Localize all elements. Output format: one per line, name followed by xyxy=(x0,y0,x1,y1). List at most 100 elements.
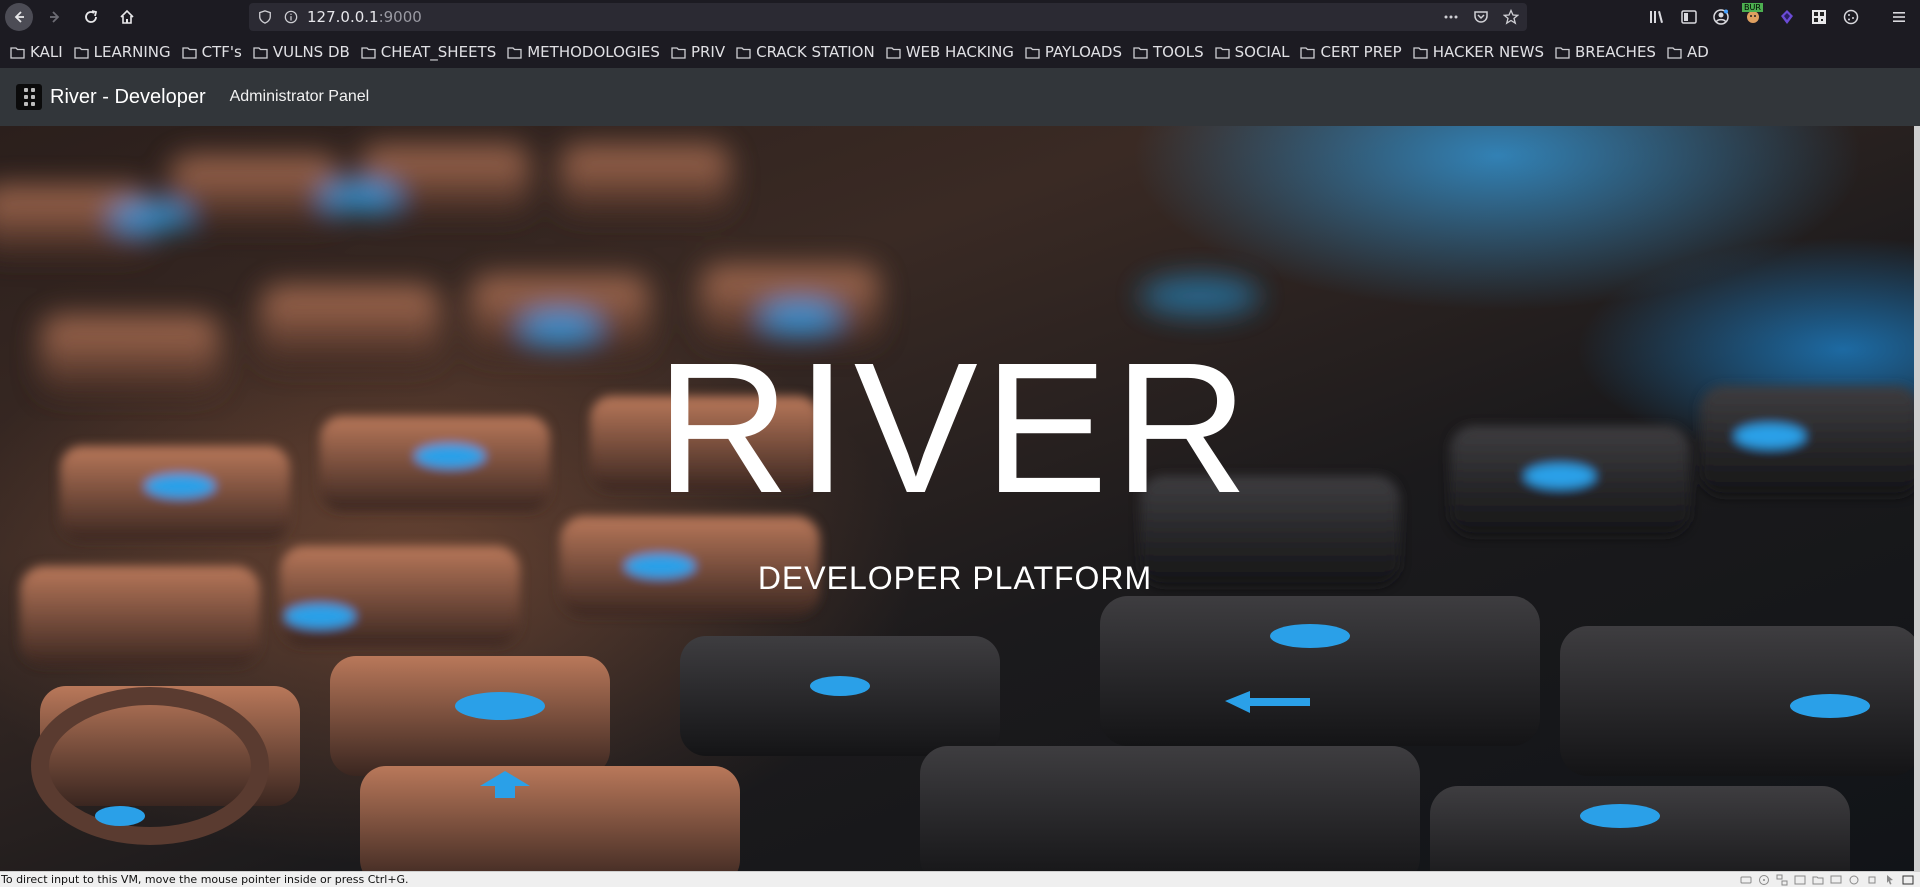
cookie-icon[interactable] xyxy=(1842,8,1860,26)
bookmark-label: CHEAT_SHEETS xyxy=(380,43,497,61)
burp-extension-icon[interactable]: BUR xyxy=(1742,3,1764,27)
page-scrollbar[interactable] xyxy=(1914,126,1920,871)
home-button[interactable] xyxy=(113,3,141,31)
ellipsis-icon[interactable] xyxy=(1443,9,1459,25)
site-navbar: River - Developer Administrator Panel xyxy=(0,68,1920,126)
shield-icon[interactable] xyxy=(257,9,273,25)
bookmark-folder-cert-prep[interactable]: CERT PREP xyxy=(1300,43,1402,61)
bookmark-folder-tools[interactable]: TOOLS xyxy=(1133,43,1204,61)
bookmark-folder-learning[interactable]: LEARNING xyxy=(73,43,171,61)
url-host: 127.0.0.1 xyxy=(307,8,379,26)
extensions-area: BUR xyxy=(1648,0,1920,34)
account-icon[interactable] xyxy=(1712,8,1730,26)
arrow-right-icon xyxy=(50,11,60,23)
shared-folder-icon[interactable] xyxy=(1812,874,1824,886)
bookmark-folder-ad[interactable]: AD xyxy=(1667,43,1709,61)
network-icon[interactable] xyxy=(1776,874,1788,886)
bookmark-label: LEARNING xyxy=(93,43,171,61)
bookmark-folder-kali[interactable]: KALI xyxy=(10,43,63,61)
back-button[interactable] xyxy=(5,3,33,31)
bookmark-label: METHODOLOGIES xyxy=(527,43,660,61)
bookmark-label: CRACK STATION xyxy=(756,43,875,61)
bookmark-folder-web-hacking[interactable]: WEB HACKING xyxy=(886,43,1014,61)
vm-status-message: To direct input to this VM, move the mou… xyxy=(1,873,409,886)
folder-icon xyxy=(736,46,751,59)
bookmark-folder-payloads[interactable]: PAYLOADS xyxy=(1025,43,1122,61)
folder-icon xyxy=(10,46,25,59)
bookmark-label: TOOLS xyxy=(1152,43,1204,61)
pocket-icon[interactable] xyxy=(1473,9,1489,25)
url-port: :9000 xyxy=(378,8,422,26)
bookmark-folder-crack-station[interactable]: CRACK STATION xyxy=(736,43,875,61)
bookmark-label: HACKER NEWS xyxy=(1432,43,1544,61)
web-page: River - Developer Administrator Panel RI… xyxy=(0,68,1920,871)
extension-badge: BUR xyxy=(1742,3,1763,12)
arrow-left-icon xyxy=(14,11,24,23)
folder-icon xyxy=(1300,46,1316,59)
recording-icon[interactable] xyxy=(1848,874,1860,886)
vm-status-bar: To direct input to this VM, move the mou… xyxy=(0,871,1920,887)
bookmarks-toolbar: KALI LEARNING CTF's VULNS DB CHEAT_SHEETS MET… xyxy=(0,39,1920,65)
folder-icon xyxy=(507,46,522,59)
forward-button[interactable] xyxy=(41,3,69,31)
hard-disk-icon[interactable] xyxy=(1740,874,1752,886)
bookmark-label: PAYLOADS xyxy=(1044,43,1122,61)
reload-button[interactable] xyxy=(77,3,105,31)
browser-toolbar: 127.0.0.1:9000 BUR xyxy=(0,0,1920,34)
bookmark-label: WEB HACKING xyxy=(905,43,1014,61)
library-icon[interactable] xyxy=(1648,8,1666,26)
bookmark-folder-methodologies[interactable]: METHODOLOGIES xyxy=(507,43,660,61)
hero-title: RIVER xyxy=(655,325,1255,532)
url-actions xyxy=(1443,3,1519,31)
folder-icon xyxy=(73,46,89,59)
folder-icon xyxy=(1555,46,1570,59)
bookmark-folder-breaches[interactable]: BREACHES xyxy=(1555,43,1656,61)
bookmark-folder-ctf-s[interactable]: CTF's xyxy=(181,43,242,61)
folder-icon xyxy=(1413,46,1428,59)
qr-code-icon[interactable] xyxy=(1810,8,1828,26)
sidebar-icon[interactable] xyxy=(1680,8,1698,26)
extension-icon[interactable] xyxy=(1778,8,1796,26)
vm-status-icons xyxy=(1740,873,1914,887)
folder-icon xyxy=(181,46,197,59)
bookmark-label: VULNS DB xyxy=(272,43,350,61)
folder-icon xyxy=(886,46,901,59)
bookmark-label: KALI xyxy=(30,43,63,61)
folder-icon xyxy=(1133,46,1148,59)
brand-link[interactable]: River - Developer xyxy=(50,86,206,109)
bookmark-folder-hacker-news[interactable]: HACKER NEWS xyxy=(1413,43,1544,61)
folder-icon xyxy=(253,46,268,59)
url-text[interactable]: 127.0.0.1:9000 xyxy=(307,8,422,26)
brand-logo-icon[interactable] xyxy=(16,84,42,110)
hero-section: RIVER DEVELOPER PLATFORM xyxy=(0,126,1920,871)
hero-subtitle: DEVELOPER PLATFORM xyxy=(757,560,1153,596)
reload-icon xyxy=(85,10,98,23)
folder-icon xyxy=(1214,46,1230,59)
folder-icon xyxy=(1025,46,1040,59)
bookmark-label: BREACHES xyxy=(1575,43,1656,61)
bookmark-label: CERT PREP xyxy=(1320,43,1402,61)
folder-icon xyxy=(1667,46,1682,59)
hamburger-menu-icon[interactable] xyxy=(1890,8,1908,26)
bookmark-label: CTF's xyxy=(201,43,242,61)
bookmark-folder-vulns-db[interactable]: VULNS DB xyxy=(253,43,350,61)
bookmark-folder-priv[interactable]: PRIV xyxy=(671,43,725,61)
folder-icon xyxy=(361,46,376,59)
bookmark-label: AD xyxy=(1686,43,1709,61)
bookmark-label: SOCIAL xyxy=(1234,43,1290,61)
mouse-integration-icon[interactable] xyxy=(1884,874,1896,886)
bookmark-label: PRIV xyxy=(690,43,726,61)
optical-drive-icon[interactable] xyxy=(1758,874,1770,886)
bookmark-folder-social[interactable]: SOCIAL xyxy=(1214,43,1290,61)
home-icon xyxy=(120,9,134,24)
url-bar[interactable]: 127.0.0.1:9000 xyxy=(249,3,1527,31)
info-icon[interactable] xyxy=(283,9,299,25)
bookmark-folder-cheat-sheets[interactable]: CHEAT_SHEETS xyxy=(361,43,496,61)
folder-icon xyxy=(671,46,686,59)
cpu-icon[interactable] xyxy=(1866,874,1878,886)
nav-link-administrator-panel[interactable]: Administrator Panel xyxy=(230,88,370,106)
usb-icon[interactable] xyxy=(1794,874,1806,886)
bookmark-star-icon[interactable] xyxy=(1503,9,1519,25)
host-key-icon[interactable] xyxy=(1902,874,1914,886)
display-icon[interactable] xyxy=(1830,874,1842,886)
